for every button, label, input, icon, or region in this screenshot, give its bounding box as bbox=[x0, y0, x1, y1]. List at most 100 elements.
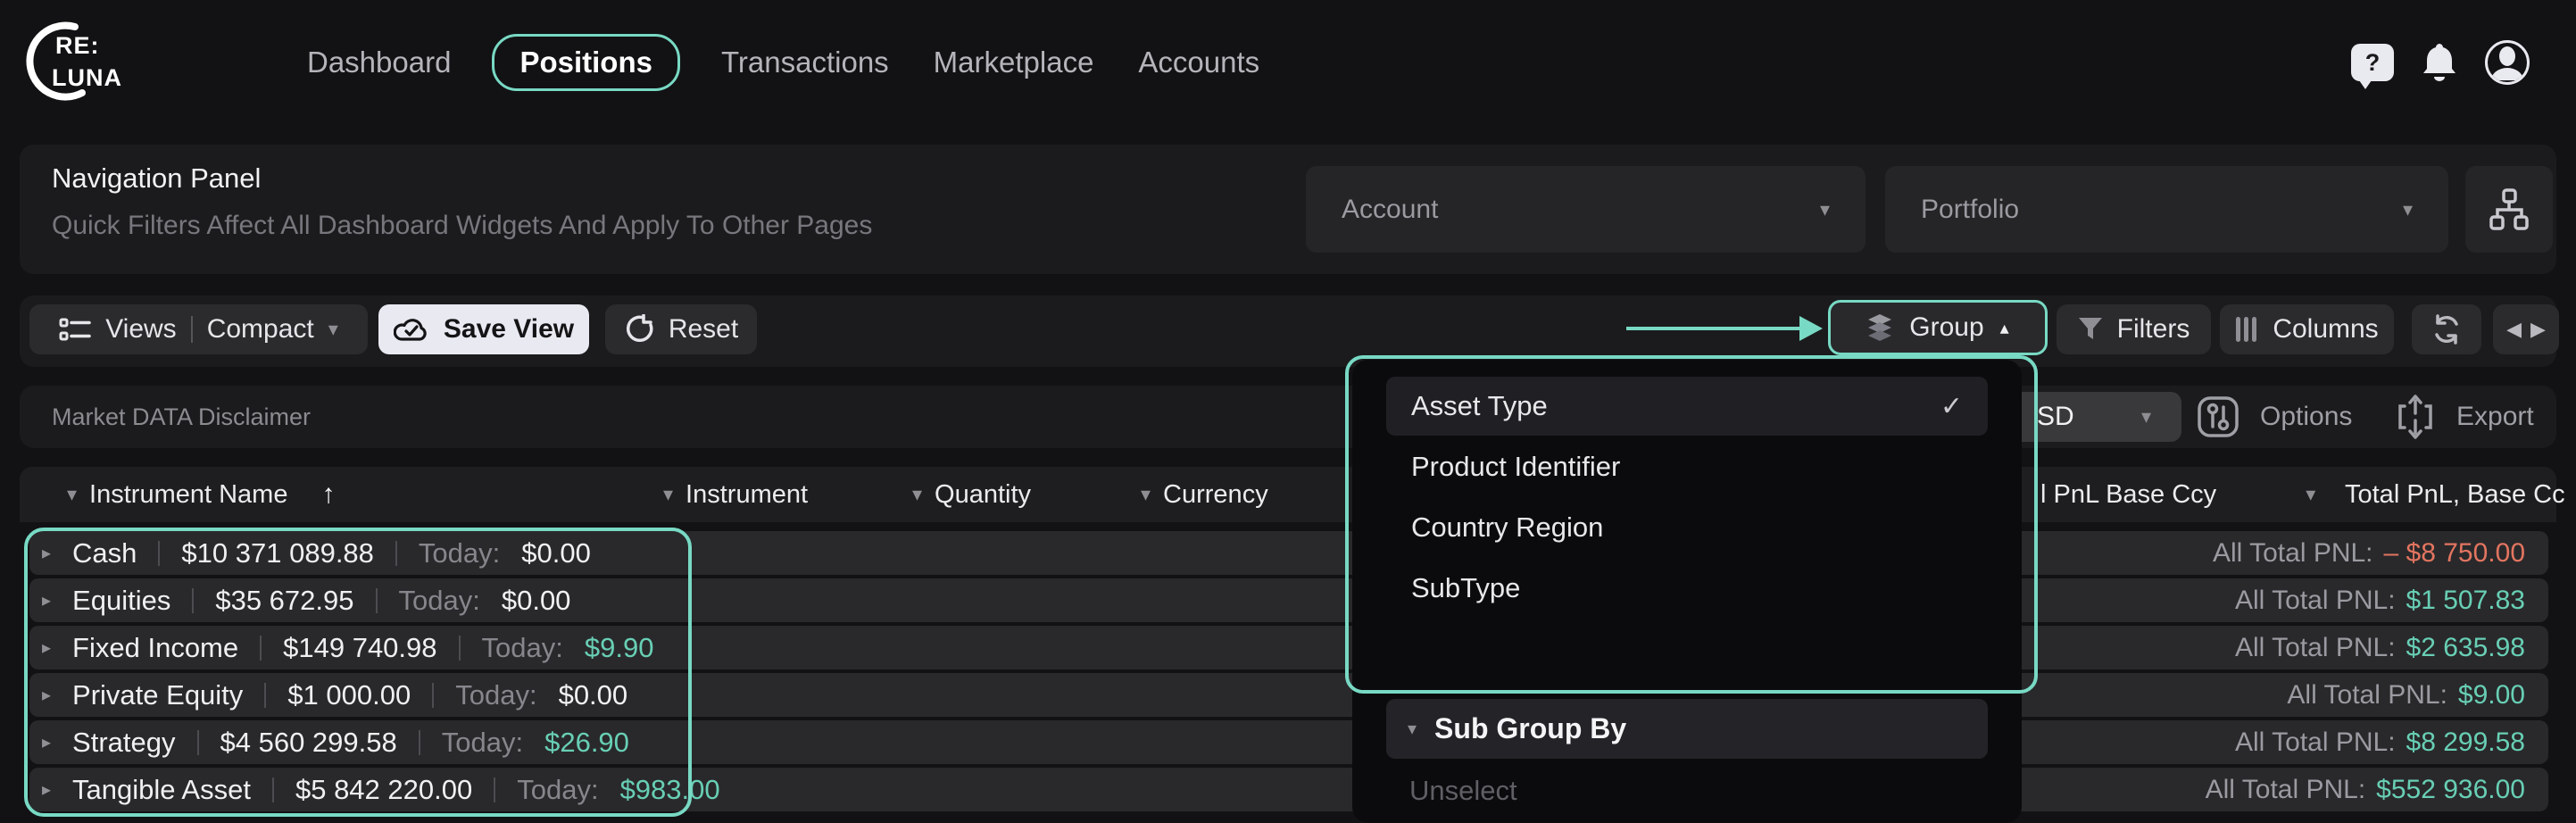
table-row[interactable]: ▸ Fixed Income $149 740.98 Today: $9.90 … bbox=[29, 626, 2548, 669]
column-header-instrument[interactable]: ▾ Instrument bbox=[663, 467, 808, 522]
panel-subtitle: Quick Filters Affect All Dashboard Widge… bbox=[52, 211, 872, 241]
table-row[interactable]: ▸ Private Equity $1 000.00 Today: $0.00 … bbox=[29, 673, 2548, 717]
nav-item-positions[interactable]: Positions bbox=[492, 34, 680, 91]
currency-select[interactable]: SD ▾ bbox=[2007, 392, 2181, 442]
nav-item-transactions[interactable]: Transactions bbox=[718, 35, 893, 90]
expand-icon[interactable]: ▸ bbox=[42, 731, 51, 753]
filter-funnel-icon bbox=[2078, 317, 2103, 342]
table-row[interactable]: ▸ Strategy $4 560 299.58 Today: $26.90 A… bbox=[29, 720, 2548, 764]
group-cell[interactable]: ▸ Fixed Income $149 740.98 Today: $9.90 bbox=[42, 626, 653, 669]
export-icon bbox=[2394, 394, 2437, 440]
unselect-option[interactable]: Unselect bbox=[1409, 775, 1517, 807]
group-button[interactable]: Group ▴ bbox=[1828, 300, 2048, 355]
column-label: Instrument Name bbox=[89, 480, 287, 510]
group-value: $10 371 089.88 bbox=[181, 537, 374, 569]
column-header-total-pnl[interactable]: Total PnL, Base Cc bbox=[2345, 467, 2565, 522]
page-next-icon[interactable]: ▶ bbox=[2530, 318, 2546, 341]
reset-button[interactable]: Reset bbox=[605, 304, 757, 354]
views-mode-button[interactable]: Views Compact ▾ bbox=[29, 304, 368, 354]
pnl-label: All Total PNL: bbox=[2235, 586, 2396, 616]
column-label: Currency bbox=[1163, 480, 1268, 510]
export-button[interactable]: Export bbox=[2394, 386, 2534, 448]
column-header-currency[interactable]: ▾ Currency bbox=[1141, 467, 1268, 522]
refresh-icon bbox=[2431, 313, 2463, 345]
nav-item-marketplace[interactable]: Marketplace bbox=[930, 35, 1098, 90]
account-select-value: Account bbox=[1342, 195, 1438, 225]
table-row[interactable]: ▸ Cash $10 371 089.88 Today: $0.00 All T… bbox=[29, 531, 2548, 575]
group-cell[interactable]: ▸ Strategy $4 560 299.58 Today: $26.90 bbox=[42, 720, 629, 764]
divider bbox=[264, 683, 266, 708]
menu-item-label: SubType bbox=[1411, 572, 1520, 604]
group-cell[interactable]: ▸ Private Equity $1 000.00 Today: $0.00 bbox=[42, 673, 627, 717]
column-menu-icon[interactable]: ▾ bbox=[663, 485, 673, 504]
account-select[interactable]: Account ▾ bbox=[1306, 166, 1866, 253]
column-menu-icon[interactable]: ▾ bbox=[67, 485, 77, 504]
column-menu-icon[interactable]: ▾ bbox=[2306, 485, 2315, 504]
menu-item-subtype[interactable]: SubType bbox=[1386, 559, 1988, 618]
hierarchy-view-button[interactable] bbox=[2465, 166, 2553, 253]
chevron-down-icon: ▾ bbox=[2141, 407, 2151, 427]
nav-item-accounts[interactable]: Accounts bbox=[1134, 35, 1263, 90]
divider bbox=[272, 777, 274, 802]
columns-label: Columns bbox=[2273, 314, 2378, 345]
brand-text-line2: LUNA bbox=[52, 64, 122, 92]
help-icon[interactable]: ? bbox=[2351, 44, 2394, 81]
today-value: $0.00 bbox=[559, 679, 628, 711]
expand-icon[interactable]: ▸ bbox=[42, 684, 51, 706]
pnl-value: – $8 750.00 bbox=[2384, 538, 2525, 569]
pager-buttons[interactable]: ◀ ▶ bbox=[2493, 304, 2559, 354]
menu-item-product-identifier[interactable]: Product Identifier bbox=[1386, 437, 1988, 496]
pnl-label: All Total PNL: bbox=[2235, 633, 2396, 663]
pnl-cell: All Total PNL: – $8 750.00 bbox=[2213, 531, 2525, 575]
columns-icon bbox=[2235, 316, 2258, 343]
group-name: Equities bbox=[72, 585, 170, 617]
today-value: $0.00 bbox=[521, 537, 591, 569]
column-header-pnl-base-ccy[interactable]: l PnL Base Ccy ▾ bbox=[2040, 467, 2315, 522]
panel-title: Navigation Panel bbox=[52, 162, 261, 195]
table-row[interactable]: ▸ Tangible Asset $5 842 220.00 Today: $9… bbox=[29, 768, 2548, 811]
column-header-quantity[interactable]: ▾ Quantity bbox=[912, 467, 1031, 522]
pnl-cell: All Total PNL: $552 936.00 bbox=[2206, 768, 2525, 811]
user-avatar-icon[interactable] bbox=[2485, 40, 2530, 85]
menu-item-country-region[interactable]: Country Region bbox=[1386, 498, 1988, 557]
options-button[interactable]: Options bbox=[2196, 386, 2352, 448]
menu-item-asset-type[interactable]: Asset Type ✓ bbox=[1386, 377, 1988, 436]
group-cell[interactable]: ▸ Tangible Asset $5 842 220.00 Today: $9… bbox=[42, 768, 720, 811]
divider bbox=[376, 588, 378, 613]
notifications-bell-icon[interactable] bbox=[2421, 42, 2458, 83]
expand-icon[interactable]: ▸ bbox=[42, 778, 51, 801]
sort-asc-icon[interactable]: ↑ bbox=[321, 479, 335, 510]
columns-button[interactable]: Columns bbox=[2220, 304, 2394, 354]
table-header: ▾ Instrument Name ↑ ▾ Instrument ▾ Quant… bbox=[20, 467, 2556, 522]
sub-group-by-header[interactable]: ▾ Sub Group By bbox=[1386, 699, 1988, 759]
group-dropdown-menu: Asset Type ✓ Product Identifier Country … bbox=[1352, 360, 2022, 823]
expand-icon[interactable]: ▸ bbox=[42, 636, 51, 659]
expand-icon[interactable]: ▸ bbox=[42, 589, 51, 611]
group-cell[interactable]: ▸ Cash $10 371 089.88 Today: $0.00 bbox=[42, 531, 591, 575]
pnl-cell: All Total PNL: $8 299.58 bbox=[2235, 720, 2525, 764]
table-row[interactable]: ▸ Equities $35 672.95 Today: $0.00 All T… bbox=[29, 578, 2548, 622]
portfolio-select[interactable]: Portfolio ▾ bbox=[1885, 166, 2448, 253]
group-name: Private Equity bbox=[72, 679, 243, 711]
page-prev-icon[interactable]: ◀ bbox=[2506, 318, 2522, 341]
pnl-value: $552 936.00 bbox=[2376, 775, 2525, 805]
pnl-cell: All Total PNL: $1 507.83 bbox=[2235, 578, 2525, 622]
filters-button[interactable]: Filters bbox=[2057, 304, 2211, 354]
today-label: Today: bbox=[442, 727, 523, 759]
save-view-button[interactable]: Save View bbox=[378, 304, 589, 354]
column-menu-icon[interactable]: ▾ bbox=[912, 485, 922, 504]
column-header-instrument-name[interactable]: ▾ Instrument Name ↑ bbox=[67, 467, 335, 522]
views-label: Views bbox=[105, 314, 176, 345]
group-value: $5 842 220.00 bbox=[295, 774, 472, 806]
column-label: Total PnL, Base Cc bbox=[2345, 480, 2565, 510]
menu-item-label: Country Region bbox=[1411, 511, 1603, 544]
group-value: $4 560 299.58 bbox=[220, 727, 397, 759]
app-window: RE: LUNA Dashboard Positions Transaction… bbox=[0, 0, 2576, 823]
reset-undo-icon bbox=[624, 314, 654, 345]
nav-item-dashboard[interactable]: Dashboard bbox=[303, 35, 454, 90]
group-cell[interactable]: ▸ Equities $35 672.95 Today: $0.00 bbox=[42, 578, 570, 622]
refresh-button[interactable] bbox=[2412, 304, 2481, 354]
expand-icon[interactable]: ▸ bbox=[42, 542, 51, 564]
column-menu-icon[interactable]: ▾ bbox=[1141, 485, 1151, 504]
sub-group-by-label: Sub Group By bbox=[1434, 712, 1626, 745]
